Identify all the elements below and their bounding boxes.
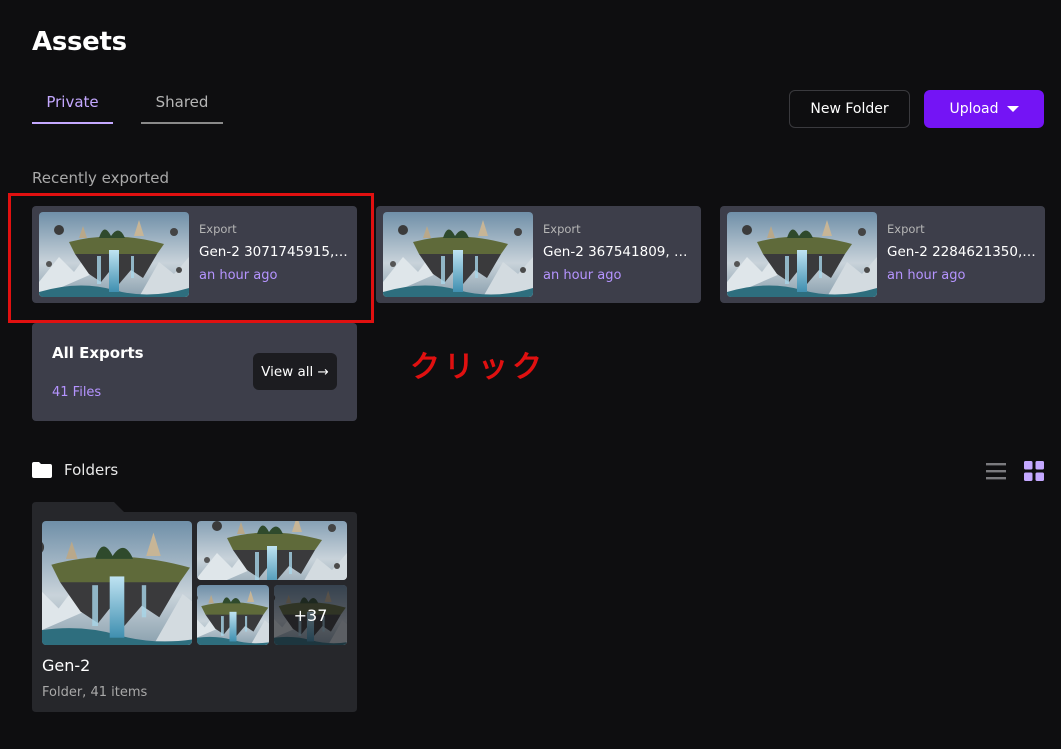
folder-preview-image: [197, 585, 269, 645]
folder-more-count: +37: [274, 585, 347, 645]
export-card[interactable]: Export Gen-2 367541809, Th... an hour ag…: [376, 206, 701, 303]
folder-preview-image: [42, 521, 192, 645]
grid-view-icon[interactable]: [1024, 461, 1044, 481]
folders-heading: Folders: [32, 461, 118, 479]
assets-page: Assets Private Shared New Folder Upload …: [0, 0, 1061, 749]
folder-icon: [32, 462, 52, 478]
page-title: Assets: [32, 27, 127, 57]
export-kind: Export: [887, 222, 925, 236]
folder-info: Folder, 41 items: [42, 685, 148, 700]
export-thumbnail: [39, 212, 189, 297]
view-all-button[interactable]: View all →: [253, 353, 337, 390]
folder-name: Gen-2: [42, 656, 91, 675]
export-name: Gen-2 3071745915, T...: [199, 244, 349, 260]
new-folder-button[interactable]: New Folder: [789, 90, 910, 128]
export-time: an hour ago: [887, 268, 966, 283]
export-thumbnail: [383, 212, 533, 297]
tab-private-label: Private: [46, 93, 99, 111]
tab-shared[interactable]: Shared: [141, 93, 223, 124]
export-thumbnail: [727, 212, 877, 297]
all-exports-card: All Exports 41 Files View all →: [32, 323, 357, 421]
upload-label: Upload: [949, 101, 999, 117]
recently-exported-heading: Recently exported: [32, 169, 169, 187]
folders-heading-label: Folders: [64, 461, 119, 479]
tab-shared-label: Shared: [155, 93, 209, 111]
upload-button[interactable]: Upload: [924, 90, 1044, 128]
export-time: an hour ago: [199, 268, 278, 283]
export-kind: Export: [543, 222, 581, 236]
folder-preview-image: [197, 521, 347, 580]
export-name: Gen-2 367541809, Th...: [543, 244, 693, 260]
folder-preview-image: +37: [274, 585, 347, 645]
export-kind: Export: [199, 222, 237, 236]
new-folder-label: New Folder: [810, 101, 889, 117]
folder-card[interactable]: +37 Gen-2 Folder, 41 items: [32, 500, 357, 712]
list-view-icon[interactable]: [985, 461, 1007, 481]
export-card[interactable]: Export Gen-2 2284621350, ... an hour ago: [720, 206, 1045, 303]
export-card[interactable]: Export Gen-2 3071745915, T... an hour ag…: [32, 206, 357, 303]
view-all-label: View all →: [261, 363, 329, 380]
tab-private[interactable]: Private: [32, 93, 113, 124]
export-name: Gen-2 2284621350, ...: [887, 244, 1037, 260]
all-exports-count: 41 Files: [52, 385, 102, 400]
click-annotation: クリック: [410, 350, 546, 385]
caret-down-icon: [1006, 106, 1019, 112]
all-exports-title: All Exports: [52, 344, 144, 362]
export-time: an hour ago: [543, 268, 622, 283]
